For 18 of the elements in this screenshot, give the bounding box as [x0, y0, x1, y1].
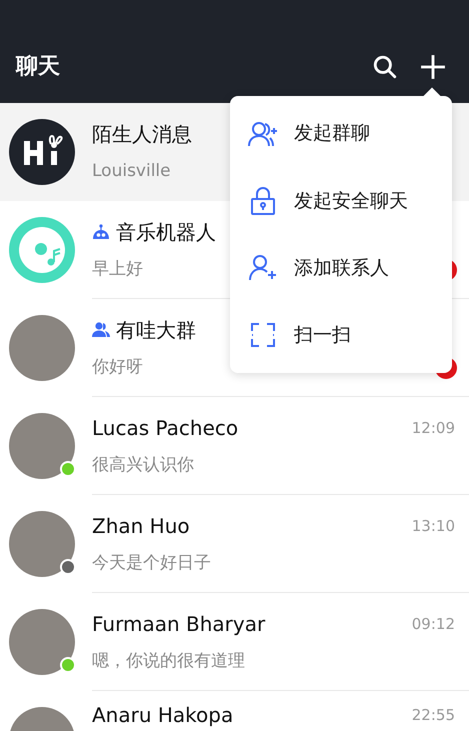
screen-title: 聊天: [16, 53, 61, 81]
message-preview: 嗯，你说的很有道理: [92, 650, 245, 673]
message-preview: 今天是个好日子: [92, 552, 211, 575]
message-preview: 早上好: [92, 258, 143, 281]
chat-name: 有哇大群: [116, 316, 196, 344]
message-preview: Louisville: [92, 160, 171, 184]
chat-time: 13:10: [412, 516, 455, 536]
chat-time: 12:09: [412, 418, 455, 438]
chat-name: Anaru Hakopa: [92, 702, 234, 729]
chat-name: 陌生人消息: [92, 121, 192, 148]
chat-time: 09:12: [412, 614, 455, 634]
chat-name: Lucas Pacheco: [92, 414, 238, 442]
chat-name: Furmaan Bharyar: [92, 610, 266, 638]
message-preview: 很高兴认识你: [92, 454, 194, 477]
message-preview: 你好呀: [92, 356, 143, 379]
chat-time: 22:55: [412, 704, 455, 726]
chat-name: Zhan Huo: [92, 512, 190, 540]
chat-name: 音乐机器人: [116, 218, 216, 246]
